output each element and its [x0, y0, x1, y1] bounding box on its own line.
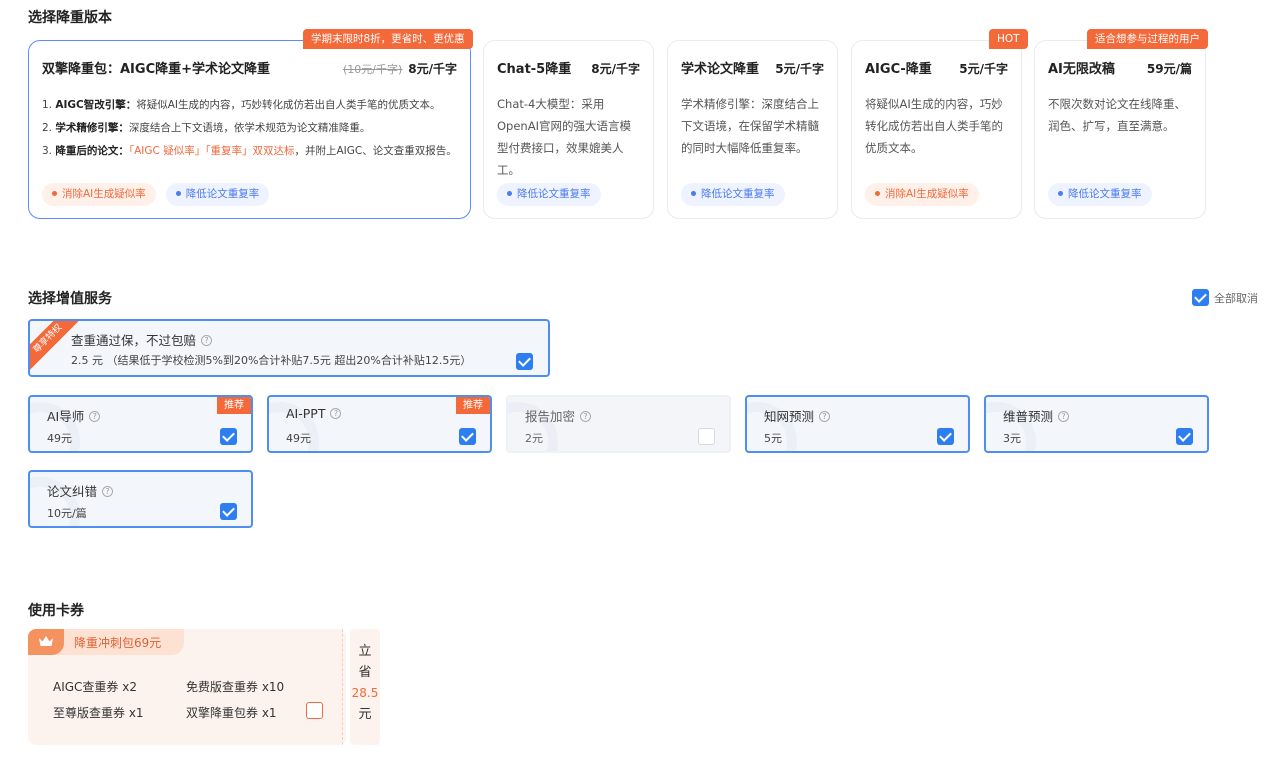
help-icon[interactable]: ? — [1058, 411, 1070, 422]
service-checkbox[interactable] — [459, 428, 476, 445]
version-card-chat5[interactable]: Chat-5降重 8元/千字 Chat-4大模型：采用OpenAI官网的强大语言… — [483, 40, 654, 219]
version-price: 5元/千字 — [959, 62, 1008, 76]
coupon-item: 免费版查重券 x10 — [186, 680, 285, 694]
service-paper-correction[interactable]: 论文纠错? 10元/篇 — [28, 470, 253, 528]
service-checkbox[interactable] — [220, 503, 237, 520]
version-card-aigc[interactable]: AIGC-降重 5元/千字 将疑似AI生成的内容，巧妙转化成仿若出自人类手笔的优… — [851, 40, 1022, 219]
coupon-item: 至尊版查重券 x1 — [53, 706, 144, 720]
coupon-savings: 立 省 28.5 元 — [350, 629, 380, 745]
guarantee-price: 2.5 元 — [71, 354, 103, 367]
service-checkbox[interactable] — [220, 428, 237, 445]
version-price: 59元/篇 — [1146, 62, 1192, 76]
help-icon[interactable]: ? — [330, 408, 342, 419]
recommend-badge: 推荐 — [217, 397, 251, 414]
coupon-header: 降重冲刺包69元 — [28, 629, 184, 655]
tag-reduce-dup: 降低论文重复率 — [681, 183, 785, 206]
service-price: 49元 — [47, 432, 72, 445]
service-cnki-predict[interactable]: 知网预测? 5元 — [745, 395, 970, 453]
version-price: 8元/千字 — [408, 62, 457, 76]
tag-remove-ai: 消除AI生成疑似率 — [42, 183, 156, 206]
guarantee-option[interactable]: 尊享特权 查重通过保，不过包赔? 2.5 元 （结果低于学校检测5%到20%合计… — [28, 319, 550, 377]
promo-ribbon: 学期末限时8折，更省时、更优惠 — [303, 29, 473, 49]
version-name: 双擎降重包：AIGC降重+学术论文降重 — [42, 62, 271, 77]
tag-reduce-dup: 降低论文重复率 — [497, 183, 601, 206]
version-price: 8元/千字 — [591, 62, 640, 76]
service-checkbox[interactable] — [937, 428, 954, 445]
version-card-academic[interactable]: 学术论文降重 5元/千字 学术精修引擎：深度结合上下文语境，在保留学术精髓的同时… — [667, 40, 838, 219]
service-title: 知网预测 — [764, 409, 815, 424]
save-amount: 28.5 — [351, 686, 379, 700]
version-card-dual-engine[interactable]: 双擎降重包：AIGC降重+学术论文降重 (10元/千字) 8元/千字 1. AIG… — [28, 40, 471, 219]
feature-list: 1. AIGC智改引擎：将疑似AI生成的内容，巧妙转化成仿若出自人类手笔的优质文… — [42, 94, 460, 163]
service-ai-ppt[interactable]: AI-PPT? 49元 推荐 — [267, 395, 492, 453]
recommend-badge: 推荐 — [456, 397, 490, 414]
coupon-section-title: 使用卡券 — [28, 603, 84, 619]
save-char-2: 省 — [358, 665, 372, 680]
version-price: 5元/千字 — [775, 62, 824, 76]
crown-icon — [28, 629, 64, 655]
version-card-unlimited[interactable]: AI无限改稿 59元/篇 不限次数对论文在线降重、润色、扩写，直至满意。 降低论… — [1034, 40, 1206, 219]
version-desc: 将疑似AI生成的内容，巧妙转化成仿若出自人类手笔的优质文本。 — [865, 97, 1003, 155]
help-icon[interactable]: ? — [201, 335, 213, 346]
help-icon[interactable]: ? — [89, 411, 101, 422]
coupon-item: AIGC查重券 x2 — [53, 680, 137, 694]
guarantee-note: （结果低于学校检测5%到20%合计补贴7.5元 超出20%合计补贴12.5元） — [106, 354, 472, 367]
coupon-card[interactable]: 降重冲刺包69元 AIGC查重券 x2 免费版查重券 x10 至尊版查重券 x1… — [28, 629, 346, 745]
select-all-checkbox[interactable] — [1192, 289, 1209, 306]
feature-line-2: 2. 学术精修引擎：深度结合上下文语境，依学术规范为论文精准降重。 — [42, 122, 371, 134]
version-name: AIGC-降重 — [865, 62, 932, 77]
select-all-label: 全部取消 — [1214, 291, 1258, 305]
version-desc: 不限次数对论文在线降重、润色、扩写，直至满意。 — [1048, 97, 1186, 133]
select-all-toggle[interactable]: 全部取消 — [1192, 289, 1258, 306]
audience-ribbon: 适合想参与过程的用户 — [1087, 29, 1208, 49]
help-icon[interactable]: ? — [102, 486, 114, 497]
feature-line-3: 3. 降重后的论文：「AIGC 疑似率」「重复率」双双达标，并附上AIGC、论文… — [42, 145, 457, 157]
service-price: 3元 — [1003, 432, 1021, 445]
service-title: AI-PPT — [286, 406, 326, 421]
save-unit: 元 — [358, 707, 372, 722]
hot-ribbon: HOT — [989, 29, 1028, 49]
coupon-checkbox[interactable] — [306, 702, 323, 719]
version-name: Chat-5降重 — [497, 62, 572, 77]
old-price: (10元/千字) — [342, 63, 403, 76]
save-char-1: 立 — [358, 644, 372, 659]
feature-line-1: 1. AIGC智改引擎：将疑似AI生成的内容，巧妙转化成仿若出自人类手笔的优质文… — [42, 99, 441, 111]
version-desc: Chat-4大模型：采用OpenAI官网的强大语言模型付费接口，效果媲美人工。 — [497, 97, 631, 177]
service-checkbox[interactable] — [1176, 428, 1193, 445]
service-title: 论文纠错 — [47, 484, 98, 499]
service-price: 49元 — [286, 432, 311, 445]
coupon-item: 双擎降重包券 x1 — [186, 706, 277, 720]
service-price: 10元/篇 — [47, 507, 87, 520]
help-icon[interactable]: ? — [580, 411, 592, 422]
service-price: 2元 — [525, 432, 543, 445]
version-section-title: 选择降重版本 — [28, 10, 112, 26]
service-checkbox[interactable] — [698, 428, 715, 445]
service-title: 维普预测 — [1003, 409, 1054, 424]
tag-reduce-dup: 降低论文重复率 — [1048, 183, 1152, 206]
version-desc: 学术精修引擎：深度结合上下文语境，在保留学术精髓的同时大幅降低重复率。 — [681, 97, 819, 155]
version-name: 学术论文降重 — [681, 62, 760, 77]
service-title: 报告加密 — [525, 409, 576, 424]
help-icon[interactable]: ? — [819, 411, 831, 422]
tag-remove-ai: 消除AI生成疑似率 — [865, 183, 979, 206]
guarantee-title: 查重通过保，不过包赔 — [71, 333, 197, 348]
service-title: AI导师 — [47, 409, 85, 424]
guarantee-checkbox[interactable] — [516, 353, 533, 370]
tag-reduce-dup: 降低论文重复率 — [165, 183, 270, 206]
service-ai-tutor[interactable]: AI导师? 49元 推荐 — [28, 395, 253, 453]
version-name: AI无限改稿 — [1048, 62, 1115, 77]
service-section-title: 选择增值服务 — [28, 291, 112, 307]
service-vip-predict[interactable]: 维普预测? 3元 — [984, 395, 1209, 453]
coupon-label: 降重冲刺包69元 — [74, 636, 162, 650]
service-report-encrypt[interactable]: 报告加密? 2元 — [506, 395, 731, 453]
service-price: 5元 — [764, 432, 782, 445]
